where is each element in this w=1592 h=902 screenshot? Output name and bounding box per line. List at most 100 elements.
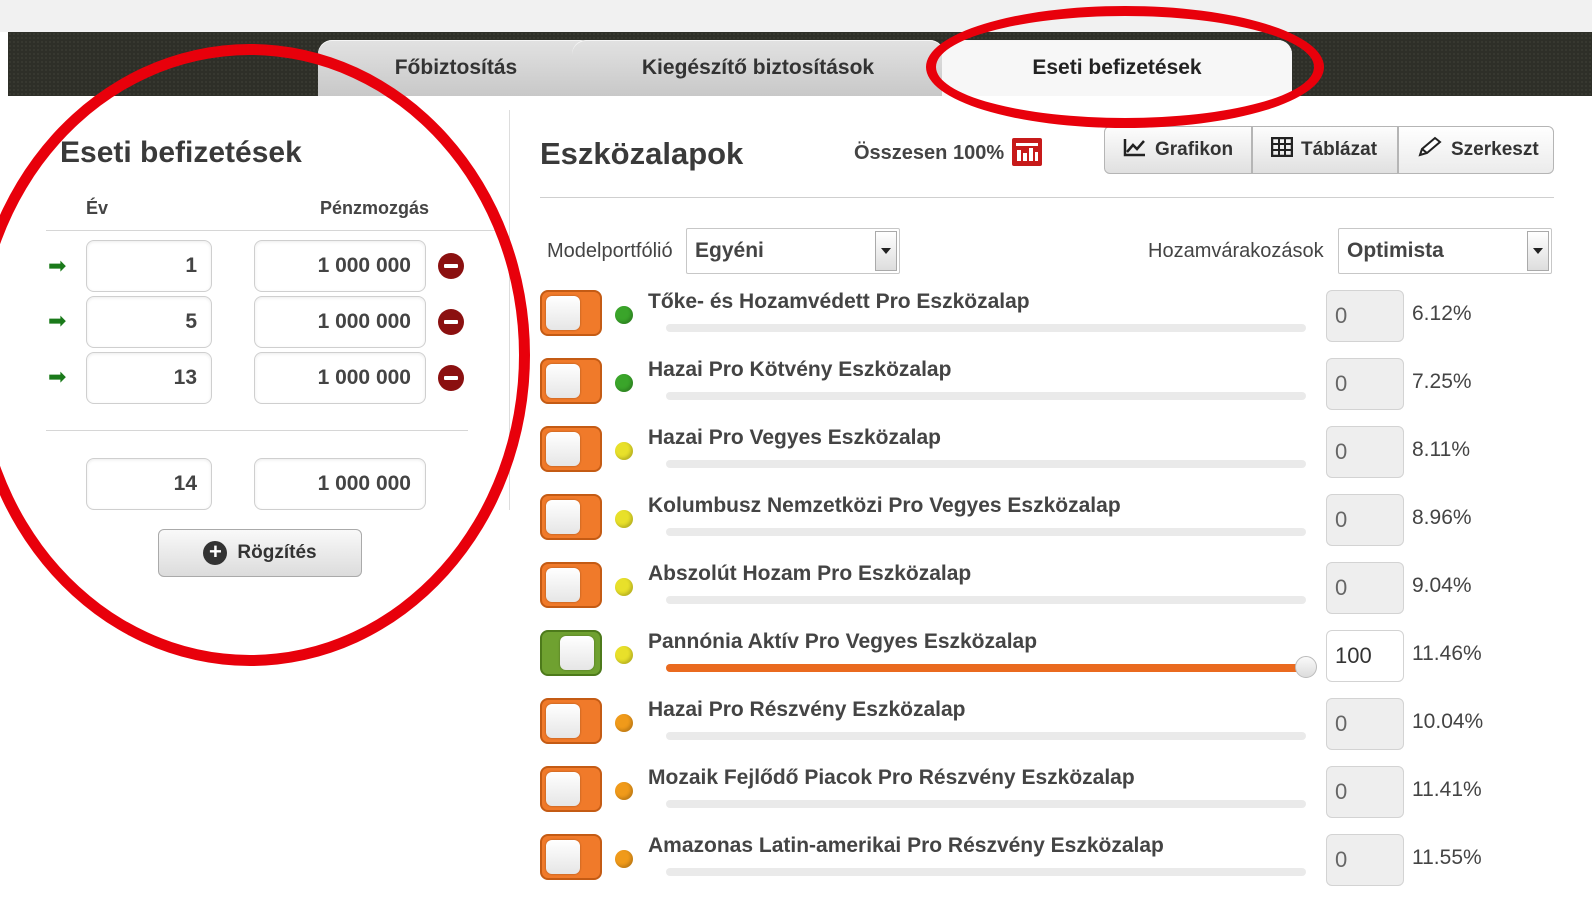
toggle-knob (546, 364, 580, 398)
allocation-slider[interactable] (666, 656, 1317, 678)
fund-name: Pannónia Aktív Pro Vegyes Eszközalap (648, 630, 1038, 653)
allocation-slider[interactable] (666, 732, 1306, 740)
risk-indicator-icon (615, 306, 633, 324)
fund-row: Pannónia Aktív Pro Vegyes Eszközalap 100 1… (0, 630, 1592, 698)
chart-button-label: Grafikon (1155, 139, 1234, 160)
toggle-knob (546, 568, 580, 602)
allocation-slider[interactable] (666, 460, 1306, 468)
allocation-input[interactable]: 0 (1326, 834, 1404, 886)
pencil-icon (1417, 136, 1443, 164)
edit-button-label: Szerkeszt (1451, 139, 1539, 160)
risk-indicator-icon (615, 442, 633, 460)
window-top-strip (0, 0, 1592, 32)
fund-toggle[interactable] (540, 630, 602, 676)
header-divider (46, 230, 506, 231)
toggle-knob (546, 296, 580, 330)
model-portfolio-select[interactable]: Egyéni (686, 228, 900, 274)
allocation-input[interactable]: 0 (1326, 562, 1404, 614)
expected-yield: 11.41% (1412, 778, 1482, 801)
slider-handle[interactable] (1295, 656, 1317, 678)
allocation-slider[interactable] (666, 392, 1306, 400)
yield-expectation-select[interactable]: Optimista (1338, 228, 1552, 274)
risk-indicator-icon (615, 714, 633, 732)
allocation-slider[interactable] (666, 528, 1306, 536)
slider-fill (666, 664, 1306, 672)
expected-yield: 6.12% (1412, 302, 1472, 325)
fund-name: Kolumbusz Nemzetközi Pro Vegyes Eszközal… (648, 494, 1121, 517)
allocation-input[interactable]: 100 (1326, 630, 1404, 682)
expected-yield: 8.96% (1412, 506, 1472, 529)
allocation-input[interactable]: 0 (1326, 766, 1404, 818)
chart-button[interactable]: Grafikon (1104, 126, 1252, 174)
toggle-knob (546, 772, 580, 806)
toggle-knob (546, 704, 580, 738)
cashflow-column-header: Pénzmozgás (320, 198, 430, 218)
header-rule (540, 197, 1554, 198)
tab-supplementary-insurance[interactable]: Kiegészítő biztosítások (572, 40, 944, 96)
fund-toggle[interactable] (540, 426, 602, 472)
chevron-down-icon (875, 231, 897, 271)
fund-name: Amazonas Latin-amerikai Pro Részvény Esz… (648, 834, 1164, 857)
fund-row: Hazai Pro Részvény Eszközalap 0 10.04% (0, 698, 1592, 766)
yield-expectation-value: Optimista (1347, 239, 1444, 262)
toggle-knob (546, 432, 580, 466)
fund-toggle[interactable] (540, 834, 602, 880)
arrow-right-icon: ➡ (48, 253, 67, 278)
year-column-header: Év (86, 198, 109, 218)
fund-row: Tőke- és Hozamvédett Pro Eszközalap 0 6.12… (0, 290, 1592, 358)
fund-toggle[interactable] (540, 358, 602, 404)
edit-button[interactable]: Szerkeszt (1398, 126, 1554, 174)
allocation-input[interactable]: 0 (1326, 494, 1404, 546)
fund-toggle[interactable] (540, 290, 602, 336)
fund-toggle[interactable] (540, 766, 602, 812)
allocation-slider[interactable] (666, 868, 1306, 876)
payment-amount-input[interactable]: 1 000 000 (254, 240, 426, 292)
allocation-slider[interactable] (666, 800, 1306, 808)
total-percentage: Összesen 100% (854, 142, 1005, 164)
allocation-slider[interactable] (666, 324, 1306, 332)
fund-toggle[interactable] (540, 494, 602, 540)
fund-name: Hazai Pro Kötvény Eszközalap (648, 358, 952, 381)
yield-expectation-label: Hozamvárakozások (1148, 240, 1324, 262)
table-button-label: Táblázat (1301, 139, 1378, 160)
allocation-slider[interactable] (666, 596, 1306, 604)
allocation-input[interactable]: 0 (1326, 698, 1404, 750)
model-portfolio-label: Modelportfólió (547, 240, 673, 262)
fund-name: Hazai Pro Vegyes Eszközalap (648, 426, 941, 449)
tab-main-insurance[interactable]: Főbiztosítás (318, 40, 594, 96)
expected-yield: 11.55% (1412, 846, 1482, 869)
right-panel-title: Eszközalapok (540, 136, 744, 171)
risk-indicator-icon (615, 850, 633, 868)
expected-yield: 7.25% (1412, 370, 1472, 393)
left-panel-title: Eseti befizetések (60, 136, 302, 169)
allocation-input[interactable]: 0 (1326, 358, 1404, 410)
fund-row: Hazai Pro Kötvény Eszközalap 0 7.25% (0, 358, 1592, 426)
chevron-down-icon (1527, 231, 1549, 271)
expected-yield: 8.11% (1412, 438, 1470, 461)
expected-yield: 9.04% (1412, 574, 1472, 597)
risk-indicator-icon (615, 782, 633, 800)
table-button[interactable]: Táblázat (1252, 126, 1398, 174)
allocation-input[interactable]: 0 (1326, 290, 1404, 342)
minus-circle-icon[interactable] (438, 253, 464, 279)
fund-row: Abszolút Hozam Pro Eszközalap 0 9.04% (0, 562, 1592, 630)
tab-ad-hoc-payments[interactable]: Eseti befizetések (942, 40, 1292, 96)
grid-icon (1270, 136, 1294, 163)
fund-row: Hazai Pro Vegyes Eszközalap 0 8.11% (0, 426, 1592, 494)
risk-indicator-icon (615, 578, 633, 596)
fund-row: Mozaik Fejlődő Piacok Pro Részvény Eszkö… (0, 766, 1592, 834)
model-portfolio-value: Egyéni (695, 239, 764, 262)
bar-chart-icon[interactable] (1012, 138, 1042, 166)
payment-year-input[interactable]: 1 (86, 240, 212, 292)
allocation-input[interactable]: 0 (1326, 426, 1404, 478)
fund-toggle[interactable] (540, 562, 602, 608)
toggle-knob (546, 840, 580, 874)
fund-name: Abszolút Hozam Pro Eszközalap (648, 562, 972, 585)
risk-indicator-icon (615, 510, 633, 528)
fund-name: Tőke- és Hozamvédett Pro Eszközalap (648, 290, 1030, 313)
risk-indicator-icon (615, 374, 633, 392)
expected-yield: 10.04% (1412, 710, 1484, 733)
fund-toggle[interactable] (540, 698, 602, 744)
expected-yield: 11.46% (1412, 642, 1482, 665)
toggle-knob (560, 636, 594, 670)
